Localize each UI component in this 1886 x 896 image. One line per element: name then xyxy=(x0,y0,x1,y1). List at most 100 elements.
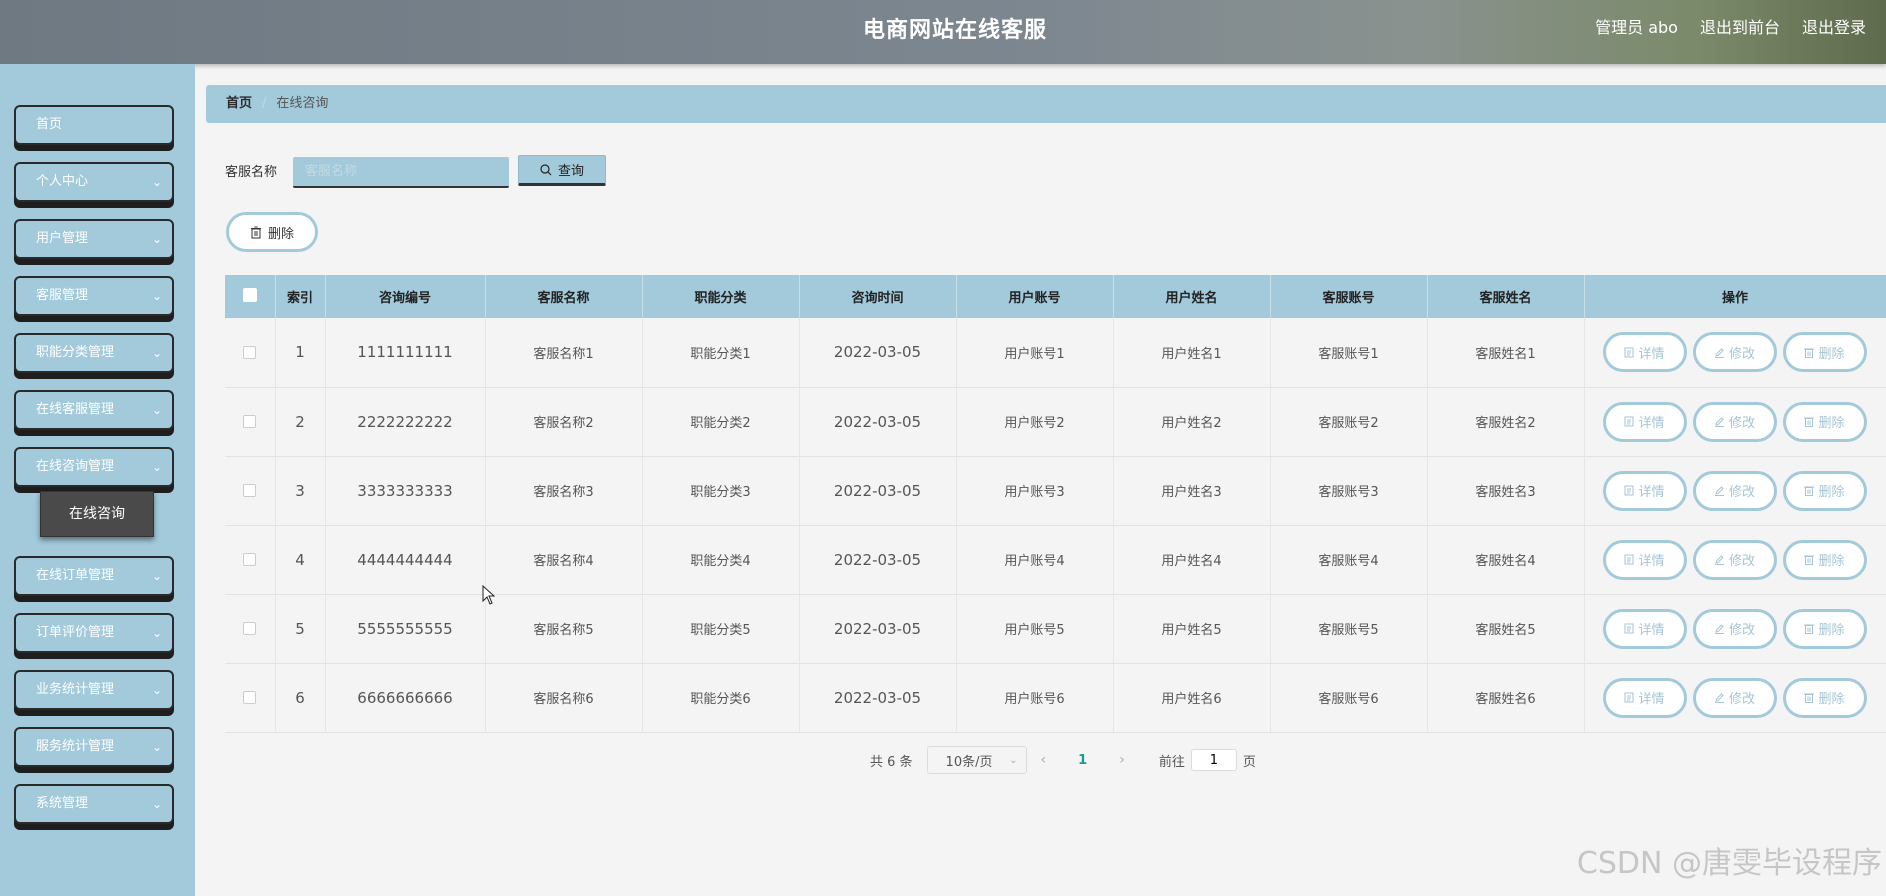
goto-page: 前往 页 xyxy=(1159,749,1256,771)
row-select-cell[interactable] xyxy=(225,318,276,388)
search-button[interactable]: 查询 xyxy=(518,155,606,186)
row-checkbox[interactable] xyxy=(243,622,257,635)
detail-button[interactable]: 详情 xyxy=(1602,677,1687,718)
table-row: 4 4444444444 客服名称4 职能分类4 2022-03-05 用户账号4 用户姓名… xyxy=(225,525,1886,595)
table-cell: 2022-03-05 xyxy=(799,594,957,664)
sidebar-item-label: 职能分类管理 xyxy=(36,345,115,360)
prev-page-icon[interactable]: ‹ xyxy=(1041,752,1047,768)
table-cell: 职能分类1 xyxy=(642,318,800,388)
breadcrumb-home[interactable]: 首页 xyxy=(226,96,252,111)
table-cell: 2 xyxy=(275,387,326,457)
row-select-cell[interactable] xyxy=(225,663,276,733)
sidebar-item[interactable]: 在线客服管理 ⌄ xyxy=(14,390,174,430)
sidebar-item-label: 服务统计管理 xyxy=(36,739,115,754)
logout-link[interactable]: 退出登录 xyxy=(1802,14,1866,38)
chevron-down-icon: ⌄ xyxy=(151,569,162,583)
table-cell: 用户姓名4 xyxy=(1113,525,1271,595)
detail-button[interactable]: 详情 xyxy=(1602,470,1687,511)
breadcrumb-current: 在线咨询 xyxy=(276,96,329,111)
table-cell: 客服账号6 xyxy=(1270,663,1428,733)
row-select-cell[interactable] xyxy=(225,387,276,457)
delete-button[interactable]: 删除 xyxy=(1782,470,1867,511)
sidebar-item[interactable]: 职能分类管理 ⌄ xyxy=(14,333,174,373)
column-header: 咨询编号 xyxy=(325,275,486,318)
sidebar-item[interactable]: 服务统计管理 ⌄ xyxy=(14,727,174,767)
table-cell: 2022-03-05 xyxy=(799,525,957,595)
table-cell: 6 xyxy=(275,663,326,733)
sidebar-item[interactable]: 首页 xyxy=(14,105,174,145)
edit-button-label: 修改 xyxy=(1728,692,1755,707)
column-header: 咨询时间 xyxy=(799,275,957,318)
sidebar-subitem-active[interactable]: 在线咨询 xyxy=(40,491,154,537)
sidebar-item-label: 业务统计管理 xyxy=(36,682,115,697)
table-cell: 用户账号2 xyxy=(956,387,1114,457)
row-actions: 详情 修改 删除 xyxy=(1584,594,1886,664)
edit-button[interactable]: 修改 xyxy=(1692,677,1777,718)
table-cell: 用户姓名1 xyxy=(1113,318,1271,388)
sidebar-item[interactable]: 在线咨询管理 ⌄ xyxy=(14,447,174,487)
batch-delete-button[interactable]: 删除 xyxy=(226,212,318,252)
table-header-row: 索引 咨询编号 客服名称 职能分类 咨询时间 用户账号 用户姓名 客服账号 客服姓名 操作 xyxy=(225,275,1886,318)
chevron-down-icon: ⌄ xyxy=(151,626,162,640)
delete-button[interactable]: 删除 xyxy=(1782,332,1867,373)
detail-button[interactable]: 详情 xyxy=(1602,608,1687,649)
sidebar-item-label: 系统管理 xyxy=(36,796,89,811)
sidebar-item[interactable]: 业务统计管理 ⌄ xyxy=(14,670,174,710)
column-header: 操作 xyxy=(1584,275,1886,318)
row-select-cell[interactable] xyxy=(225,594,276,664)
goto-page-input[interactable] xyxy=(1190,749,1237,771)
page-number-current[interactable]: 1 xyxy=(1078,753,1087,768)
detail-button[interactable]: 详情 xyxy=(1602,401,1687,442)
detail-button[interactable]: 详情 xyxy=(1602,539,1687,580)
table-cell: 3 xyxy=(275,456,326,526)
sidebar: 首页 个人中心 ⌄ 用户管理 ⌄ 客服管理 ⌄ 职能分类管理 ⌄ 在线客服管理 ⌄ 在线咨询管理 ⌄ 在线… xyxy=(0,64,195,896)
sidebar-item[interactable]: 个人中心 ⌄ xyxy=(14,162,174,202)
detail-button-label: 详情 xyxy=(1638,554,1665,569)
table-row: 2 2222222222 客服名称2 职能分类2 2022-03-05 用户账号2 用户姓名… xyxy=(225,387,1886,457)
header-actions: 管理员 abo 退出到前台 退出登录 xyxy=(1595,14,1866,38)
delete-button[interactable]: 删除 xyxy=(1782,539,1867,580)
next-page-icon[interactable]: › xyxy=(1119,752,1125,768)
sidebar-item[interactable]: 客服管理 ⌄ xyxy=(14,276,174,316)
chevron-down-icon: ⌄ xyxy=(151,175,162,189)
sidebar-item-label: 订单评价管理 xyxy=(36,625,115,640)
delete-button[interactable]: 删除 xyxy=(1782,608,1867,649)
page-size-select[interactable]: 10条/页 ⌄ xyxy=(926,746,1027,774)
consult-table: 索引 咨询编号 客服名称 职能分类 咨询时间 用户账号 用户姓名 客服账号 客服姓名 操作 1 11… xyxy=(225,275,1886,733)
row-select-cell[interactable] xyxy=(225,456,276,526)
select-all-cell[interactable] xyxy=(225,275,276,318)
row-checkbox[interactable] xyxy=(243,691,257,704)
mouse-cursor-icon xyxy=(482,585,496,605)
edit-icon xyxy=(1714,486,1724,496)
document-icon xyxy=(1624,347,1634,358)
detail-button[interactable]: 详情 xyxy=(1602,332,1687,373)
watermark: CSDN @唐雯毕设程序 xyxy=(1576,846,1882,881)
delete-button[interactable]: 删除 xyxy=(1782,677,1867,718)
select-all-checkbox[interactable] xyxy=(242,287,257,302)
table-cell: 客服名称3 xyxy=(485,456,643,526)
detail-button-label: 详情 xyxy=(1638,692,1665,707)
sidebar-item[interactable]: 在线订单管理 ⌄ xyxy=(14,556,174,596)
search-input[interactable] xyxy=(293,157,509,188)
delete-button[interactable]: 删除 xyxy=(1782,401,1867,442)
edit-button[interactable]: 修改 xyxy=(1692,539,1777,580)
edit-button[interactable]: 修改 xyxy=(1692,470,1777,511)
column-header: 客服姓名 xyxy=(1427,275,1585,318)
row-select-cell[interactable] xyxy=(225,525,276,595)
table-cell: 客服账号1 xyxy=(1270,318,1428,388)
edit-button[interactable]: 修改 xyxy=(1692,401,1777,442)
row-checkbox[interactable] xyxy=(243,484,257,497)
edit-button[interactable]: 修改 xyxy=(1692,608,1777,649)
chevron-down-icon: ⌄ xyxy=(151,289,162,303)
table-cell: 4444444444 xyxy=(325,525,486,595)
row-checkbox[interactable] xyxy=(243,415,257,428)
trash-icon xyxy=(1804,417,1815,427)
front-link[interactable]: 退出到前台 xyxy=(1700,14,1780,38)
row-checkbox[interactable] xyxy=(243,553,257,566)
sidebar-item[interactable]: 用户管理 ⌄ xyxy=(14,219,174,259)
sidebar-item[interactable]: 订单评价管理 ⌄ xyxy=(14,613,174,653)
row-checkbox[interactable] xyxy=(243,345,257,359)
edit-button[interactable]: 修改 xyxy=(1692,332,1777,373)
row-actions: 详情 修改 删除 xyxy=(1584,318,1886,388)
sidebar-item[interactable]: 系统管理 ⌄ xyxy=(14,784,174,824)
